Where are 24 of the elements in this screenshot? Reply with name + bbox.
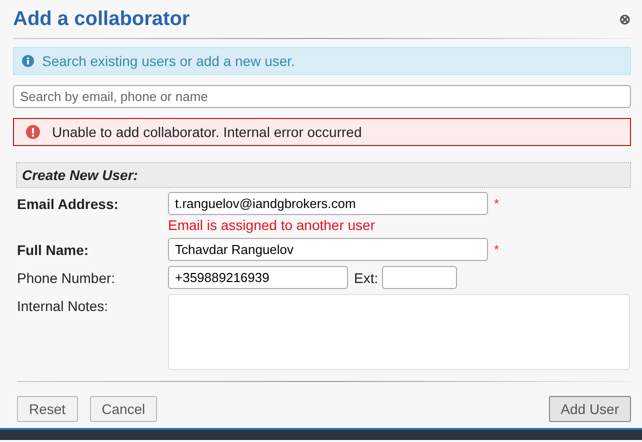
error-icon (26, 125, 40, 139)
close-button[interactable]: ⊗ (619, 11, 631, 27)
ext-field[interactable] (382, 266, 458, 289)
section-header: Create New User: (16, 162, 631, 188)
dialog-title: Add a collaborator (13, 8, 190, 30)
search-field[interactable]: Search by email, phone or name (13, 85, 631, 108)
ext-label: Ext: (354, 270, 378, 286)
error-text: Unable to add collaborator. Internal error occurred (52, 124, 362, 140)
dialog-button[interactable]: Add User (548, 396, 631, 422)
field-label: Full Name: (17, 241, 90, 260)
validation-error: Email is assigned to another user (168, 217, 376, 233)
required-mark: * (494, 242, 500, 257)
phone-field[interactable]: +359889216939 (168, 266, 348, 289)
field-label: Phone Number: (17, 269, 116, 288)
notes-field[interactable] (168, 294, 630, 370)
required-mark: * (494, 196, 500, 211)
dialog-button[interactable]: Cancel (90, 396, 158, 422)
dialog-button[interactable]: Reset (17, 396, 78, 422)
field-label: Internal Notes: (17, 297, 110, 316)
text-field[interactable]: t.ranguelov@iandgbrokers.com (168, 192, 488, 215)
text-field[interactable]: Tchavdar Ranguelov (168, 238, 488, 261)
info-icon (22, 55, 34, 67)
info-text: Search existing users or add a new user. (42, 53, 295, 69)
field-label: Email Address: (17, 195, 120, 214)
